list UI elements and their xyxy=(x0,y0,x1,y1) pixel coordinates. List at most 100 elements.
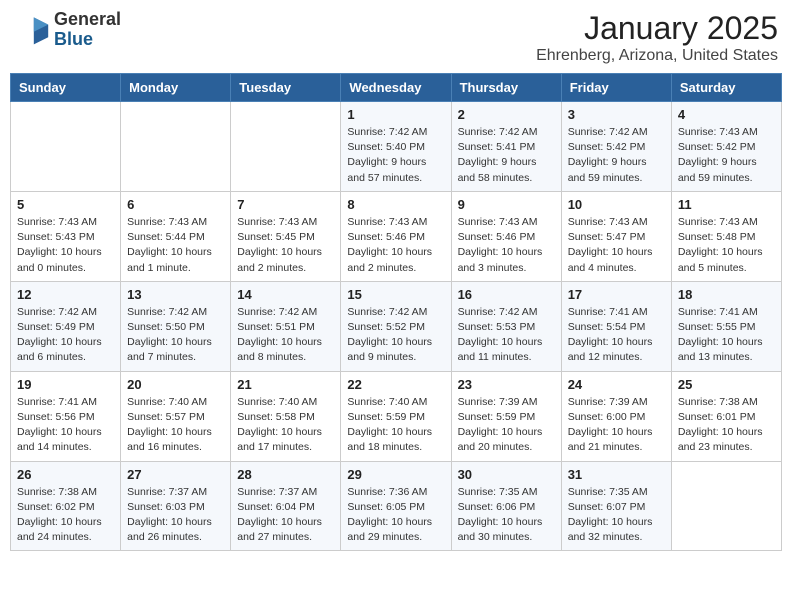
day-info: Sunrise: 7:35 AM Sunset: 6:07 PM Dayligh… xyxy=(568,485,665,546)
day-number: 20 xyxy=(127,377,224,392)
day-number: 11 xyxy=(678,197,775,212)
day-number: 13 xyxy=(127,287,224,302)
day-info: Sunrise: 7:40 AM Sunset: 5:59 PM Dayligh… xyxy=(347,395,444,456)
day-number: 15 xyxy=(347,287,444,302)
day-info: Sunrise: 7:43 AM Sunset: 5:47 PM Dayligh… xyxy=(568,215,665,276)
day-info: Sunrise: 7:42 AM Sunset: 5:40 PM Dayligh… xyxy=(347,125,444,186)
calendar-cell: 28 Sunrise: 7:37 AM Sunset: 6:04 PM Dayli… xyxy=(231,461,341,551)
calendar-week-row: 26 Sunrise: 7:38 AM Sunset: 6:02 PM Dayli… xyxy=(11,461,782,551)
calendar-cell xyxy=(121,102,231,192)
day-info: Sunrise: 7:42 AM Sunset: 5:51 PM Dayligh… xyxy=(237,305,334,366)
calendar-cell: 12 Sunrise: 7:42 AM Sunset: 5:49 PM Dayli… xyxy=(11,281,121,371)
calendar-cell: 29Sunrise: 7:36 AM Sunset: 6:05 PM Dayli… xyxy=(341,461,451,551)
weekday-header-row: SundayMondayTuesdayWednesdayThursdayFrid… xyxy=(11,74,782,102)
day-info: Sunrise: 7:38 AM Sunset: 6:02 PM Dayligh… xyxy=(17,485,114,546)
day-info: Sunrise: 7:41 AM Sunset: 5:55 PM Dayligh… xyxy=(678,305,775,366)
day-info: Sunrise: 7:39 AM Sunset: 6:00 PM Dayligh… xyxy=(568,395,665,456)
day-number: 27 xyxy=(127,467,224,482)
logo-icon xyxy=(14,12,50,48)
day-info: Sunrise: 7:42 AM Sunset: 5:50 PM Dayligh… xyxy=(127,305,224,366)
calendar-cell: 13 Sunrise: 7:42 AM Sunset: 5:50 PM Dayli… xyxy=(121,281,231,371)
calendar-title: January 2025 xyxy=(536,10,778,47)
calendar-cell: 23 Sunrise: 7:39 AM Sunset: 5:59 PM Dayli… xyxy=(451,371,561,461)
day-info: Sunrise: 7:42 AM Sunset: 5:49 PM Dayligh… xyxy=(17,305,114,366)
calendar-subtitle: Ehrenberg, Arizona, United States xyxy=(536,47,778,65)
day-info: Sunrise: 7:43 AM Sunset: 5:43 PM Dayligh… xyxy=(17,215,114,276)
day-number: 2 xyxy=(458,107,555,122)
day-info: Sunrise: 7:35 AM Sunset: 6:06 PM Dayligh… xyxy=(458,485,555,546)
day-info: Sunrise: 7:36 AM Sunset: 6:05 PM Dayligh… xyxy=(347,485,444,546)
calendar-week-row: 5 Sunrise: 7:43 AM Sunset: 5:43 PM Daylig… xyxy=(11,191,782,281)
day-info: Sunrise: 7:42 AM Sunset: 5:41 PM Dayligh… xyxy=(458,125,555,186)
day-number: 25 xyxy=(678,377,775,392)
calendar-cell: 6 Sunrise: 7:43 AM Sunset: 5:44 PM Daylig… xyxy=(121,191,231,281)
calendar-week-row: 19Sunrise: 7:41 AM Sunset: 5:56 PM Dayli… xyxy=(11,371,782,461)
weekday-header-sunday: Sunday xyxy=(11,74,121,102)
calendar-cell: 26 Sunrise: 7:38 AM Sunset: 6:02 PM Dayli… xyxy=(11,461,121,551)
day-info: Sunrise: 7:43 AM Sunset: 5:48 PM Dayligh… xyxy=(678,215,775,276)
calendar-cell: 9 Sunrise: 7:43 AM Sunset: 5:46 PM Daylig… xyxy=(451,191,561,281)
day-number: 18 xyxy=(678,287,775,302)
weekday-header-monday: Monday xyxy=(121,74,231,102)
calendar-cell: 17Sunrise: 7:41 AM Sunset: 5:54 PM Dayli… xyxy=(561,281,671,371)
calendar-cell: 2 Sunrise: 7:42 AM Sunset: 5:41 PM Daylig… xyxy=(451,102,561,192)
day-info: Sunrise: 7:39 AM Sunset: 5:59 PM Dayligh… xyxy=(458,395,555,456)
day-number: 23 xyxy=(458,377,555,392)
day-number: 3 xyxy=(568,107,665,122)
day-number: 9 xyxy=(458,197,555,212)
calendar-cell: 4Sunrise: 7:43 AM Sunset: 5:42 PM Daylig… xyxy=(671,102,781,192)
day-info: Sunrise: 7:43 AM Sunset: 5:46 PM Dayligh… xyxy=(458,215,555,276)
logo: General Blue xyxy=(14,10,121,50)
day-number: 26 xyxy=(17,467,114,482)
day-number: 30 xyxy=(458,467,555,482)
day-number: 5 xyxy=(17,197,114,212)
day-number: 10 xyxy=(568,197,665,212)
calendar-cell: 3 Sunrise: 7:42 AM Sunset: 5:42 PM Daylig… xyxy=(561,102,671,192)
day-info: Sunrise: 7:43 AM Sunset: 5:44 PM Dayligh… xyxy=(127,215,224,276)
calendar-cell: 8 Sunrise: 7:43 AM Sunset: 5:46 PM Daylig… xyxy=(341,191,451,281)
page-header: General Blue January 2025 Ehrenberg, Ari… xyxy=(10,10,782,65)
calendar-cell: 30 Sunrise: 7:35 AM Sunset: 6:06 PM Dayli… xyxy=(451,461,561,551)
day-number: 8 xyxy=(347,197,444,212)
day-info: Sunrise: 7:42 AM Sunset: 5:42 PM Dayligh… xyxy=(568,125,665,186)
calendar-cell xyxy=(671,461,781,551)
day-info: Sunrise: 7:41 AM Sunset: 5:54 PM Dayligh… xyxy=(568,305,665,366)
day-info: Sunrise: 7:37 AM Sunset: 6:03 PM Dayligh… xyxy=(127,485,224,546)
calendar-cell: 22 Sunrise: 7:40 AM Sunset: 5:59 PM Dayli… xyxy=(341,371,451,461)
calendar-cell: 5 Sunrise: 7:43 AM Sunset: 5:43 PM Daylig… xyxy=(11,191,121,281)
weekday-header-wednesday: Wednesday xyxy=(341,74,451,102)
logo-general-text: General xyxy=(54,9,121,29)
calendar-cell: 27 Sunrise: 7:37 AM Sunset: 6:03 PM Dayli… xyxy=(121,461,231,551)
day-number: 12 xyxy=(17,287,114,302)
calendar-cell: 15 Sunrise: 7:42 AM Sunset: 5:52 PM Dayli… xyxy=(341,281,451,371)
weekday-header-friday: Friday xyxy=(561,74,671,102)
calendar-cell: 19Sunrise: 7:41 AM Sunset: 5:56 PM Dayli… xyxy=(11,371,121,461)
day-info: Sunrise: 7:42 AM Sunset: 5:53 PM Dayligh… xyxy=(458,305,555,366)
day-info: Sunrise: 7:43 AM Sunset: 5:42 PM Dayligh… xyxy=(678,125,775,186)
calendar-cell: 21 Sunrise: 7:40 AM Sunset: 5:58 PM Dayli… xyxy=(231,371,341,461)
day-number: 22 xyxy=(347,377,444,392)
day-info: Sunrise: 7:43 AM Sunset: 5:45 PM Dayligh… xyxy=(237,215,334,276)
calendar-cell: 31Sunrise: 7:35 AM Sunset: 6:07 PM Dayli… xyxy=(561,461,671,551)
calendar-cell: 7Sunrise: 7:43 AM Sunset: 5:45 PM Daylig… xyxy=(231,191,341,281)
day-number: 6 xyxy=(127,197,224,212)
day-info: Sunrise: 7:40 AM Sunset: 5:58 PM Dayligh… xyxy=(237,395,334,456)
day-info: Sunrise: 7:43 AM Sunset: 5:46 PM Dayligh… xyxy=(347,215,444,276)
calendar-cell xyxy=(231,102,341,192)
calendar-cell: 24Sunrise: 7:39 AM Sunset: 6:00 PM Dayli… xyxy=(561,371,671,461)
day-number: 16 xyxy=(458,287,555,302)
weekday-header-saturday: Saturday xyxy=(671,74,781,102)
calendar-cell: 1 Sunrise: 7:42 AM Sunset: 5:40 PM Daylig… xyxy=(341,102,451,192)
day-number: 28 xyxy=(237,467,334,482)
title-block: January 2025 Ehrenberg, Arizona, United … xyxy=(536,10,778,65)
calendar-cell xyxy=(11,102,121,192)
calendar-cell: 20Sunrise: 7:40 AM Sunset: 5:57 PM Dayli… xyxy=(121,371,231,461)
day-number: 1 xyxy=(347,107,444,122)
day-info: Sunrise: 7:41 AM Sunset: 5:56 PM Dayligh… xyxy=(17,395,114,456)
calendar-week-row: 1 Sunrise: 7:42 AM Sunset: 5:40 PM Daylig… xyxy=(11,102,782,192)
day-info: Sunrise: 7:37 AM Sunset: 6:04 PM Dayligh… xyxy=(237,485,334,546)
weekday-header-thursday: Thursday xyxy=(451,74,561,102)
calendar-cell: 10 Sunrise: 7:43 AM Sunset: 5:47 PM Dayli… xyxy=(561,191,671,281)
day-info: Sunrise: 7:42 AM Sunset: 5:52 PM Dayligh… xyxy=(347,305,444,366)
day-number: 21 xyxy=(237,377,334,392)
